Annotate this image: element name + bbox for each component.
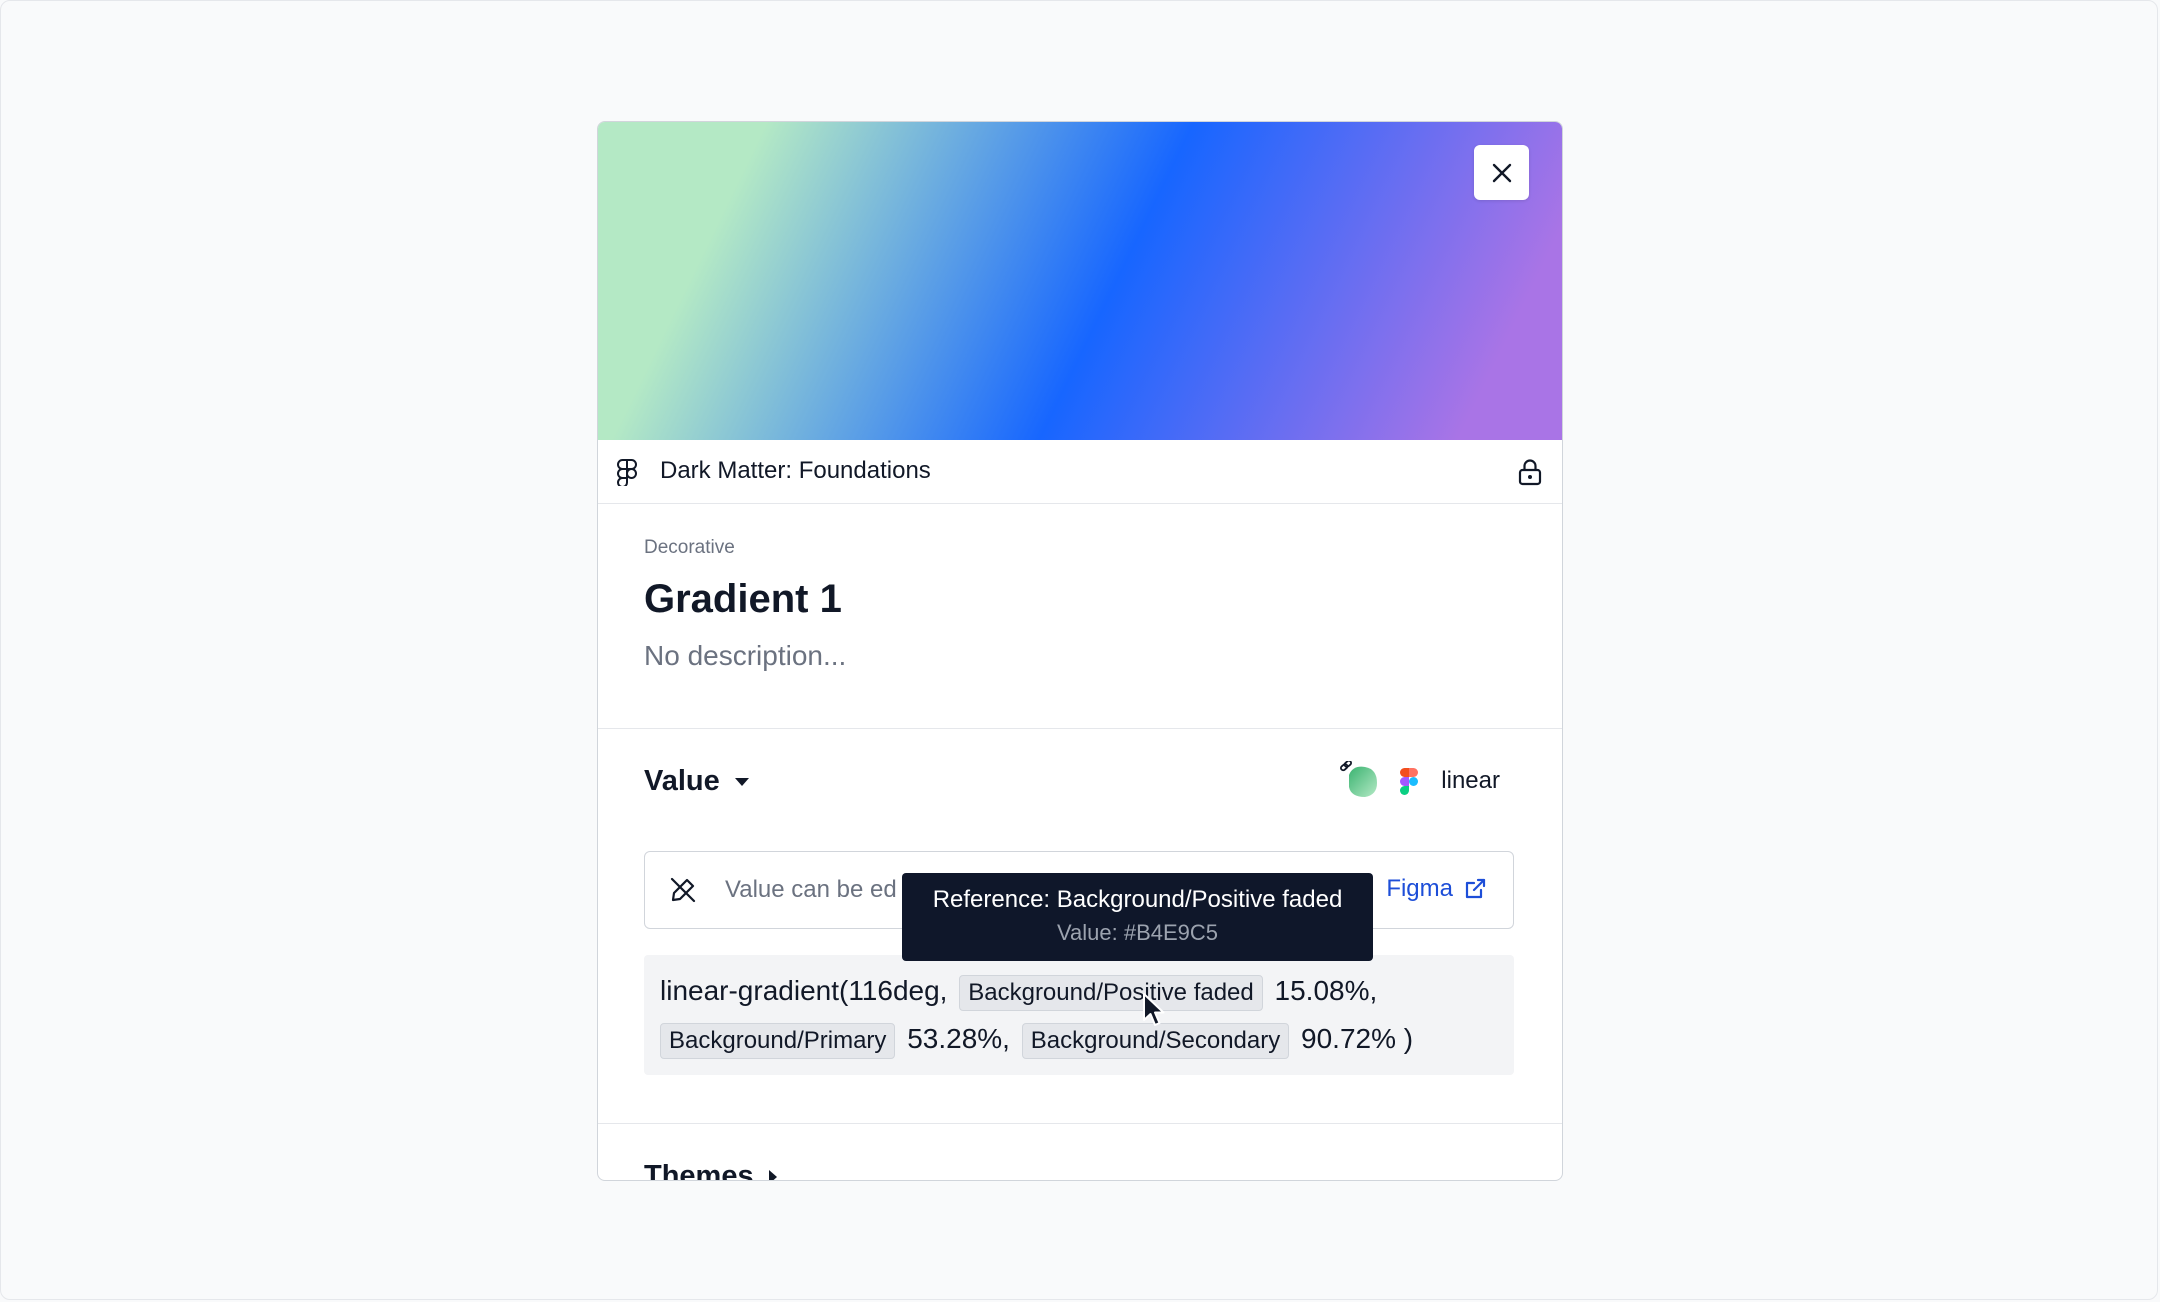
reference-tooltip: Reference: Background/Positive faded Val… bbox=[902, 873, 1373, 961]
value-meta: linear bbox=[1339, 758, 1500, 804]
open-in-figma-link[interactable]: Figma bbox=[1386, 875, 1487, 903]
divider bbox=[598, 728, 1562, 729]
token-ref-chip[interactable]: Background/Positive faded bbox=[959, 974, 1263, 1011]
close-icon bbox=[1492, 163, 1511, 182]
stop-percent: 53.28%, bbox=[907, 1023, 1010, 1054]
tooltip-value: Value: #B4E9C5 bbox=[1056, 920, 1219, 945]
token-title: Gradient 1 bbox=[644, 577, 842, 621]
stop-percent: 90.72% ) bbox=[1301, 1023, 1414, 1054]
figma-link-label: Figma bbox=[1386, 875, 1453, 902]
lock-icon[interactable] bbox=[1518, 458, 1542, 486]
source-name: Dark Matter: Foundations bbox=[660, 457, 931, 484]
pen-off-icon bbox=[670, 877, 696, 903]
token-description[interactable]: No description... bbox=[644, 640, 1516, 672]
caret-right-icon bbox=[768, 1169, 777, 1180]
token-ref-chip[interactable]: Background/Secondary bbox=[1021, 1022, 1290, 1059]
edit-notice-text: Value can be ed bbox=[725, 876, 897, 903]
code-prefix: linear-gradient(116deg, bbox=[660, 975, 948, 1006]
figma-color-icon bbox=[1400, 768, 1419, 795]
figma-icon bbox=[617, 459, 637, 486]
cursor-icon bbox=[1143, 993, 1165, 1026]
gradient-preview bbox=[598, 122, 1562, 440]
themes-section-label: Themes bbox=[644, 1160, 754, 1181]
stop-percent: 15.08%, bbox=[1274, 975, 1378, 1006]
gradient-type: linear bbox=[1441, 767, 1500, 794]
token-ref-chip[interactable]: Background/Primary bbox=[660, 1022, 896, 1059]
gradient-value-code: linear-gradient(116deg, Background/Posit… bbox=[644, 955, 1514, 1075]
value-section-label: Value bbox=[644, 765, 720, 797]
divider bbox=[598, 1123, 1562, 1124]
token-meta: Decorative Gradient 1 No description... bbox=[644, 537, 1516, 672]
themes-section-toggle[interactable]: Themes bbox=[644, 1160, 778, 1181]
source-bar: Dark Matter: Foundations bbox=[598, 440, 1562, 504]
caret-down-icon bbox=[734, 777, 749, 786]
linked-token-icon[interactable] bbox=[1339, 761, 1381, 801]
close-button[interactable] bbox=[1474, 145, 1529, 200]
value-section-toggle[interactable]: Value bbox=[644, 765, 750, 798]
token-category: Decorative bbox=[644, 537, 735, 558]
tooltip-reference: Reference: Background/Positive faded bbox=[932, 886, 1343, 913]
token-detail-panel: Dark Matter: Foundations Decorative Grad… bbox=[597, 121, 1563, 1181]
external-link-icon bbox=[1465, 878, 1486, 899]
